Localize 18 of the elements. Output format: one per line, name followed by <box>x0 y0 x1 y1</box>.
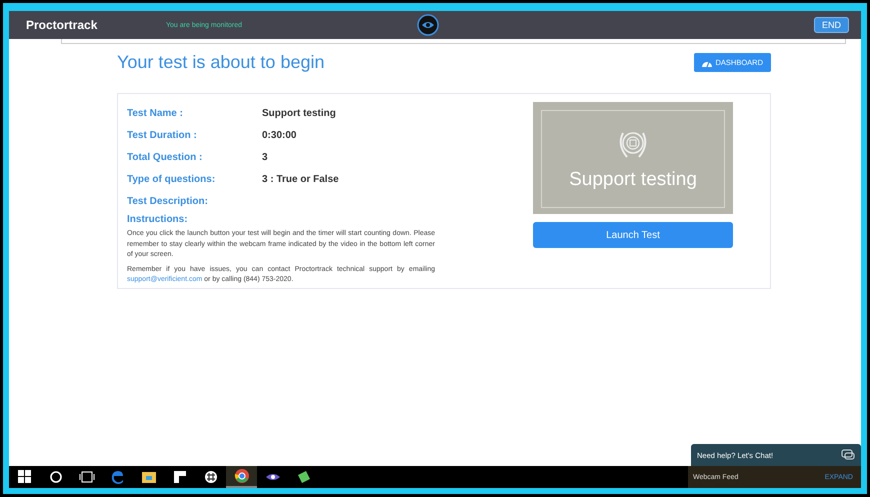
eye-icon <box>417 14 439 36</box>
field-value: 3 : True or False <box>262 174 339 184</box>
end-button[interactable]: END <box>814 17 849 33</box>
field-value: 3 <box>262 152 268 162</box>
field-label: Type of questions: <box>127 174 216 184</box>
field-label: Test Name : <box>127 108 184 118</box>
chat-bubble-icon <box>841 449 855 461</box>
launch-test-button[interactable]: Launch Test <box>533 222 733 248</box>
field-value: 0:30:00 <box>262 130 296 140</box>
page-title: Your test is about to begin <box>117 52 324 73</box>
field-value: Support testing <box>262 108 336 118</box>
chrome-browser-icon[interactable] <box>226 466 257 488</box>
field-label: Total Question : <box>127 152 204 162</box>
field-label: Test Description: <box>127 196 209 206</box>
cover-title: Support testing <box>569 169 697 191</box>
instructions-heading: Instructions: <box>127 214 189 225</box>
field-label: Test Duration : <box>127 130 198 140</box>
brand-name: Proctortrack <box>26 18 98 32</box>
